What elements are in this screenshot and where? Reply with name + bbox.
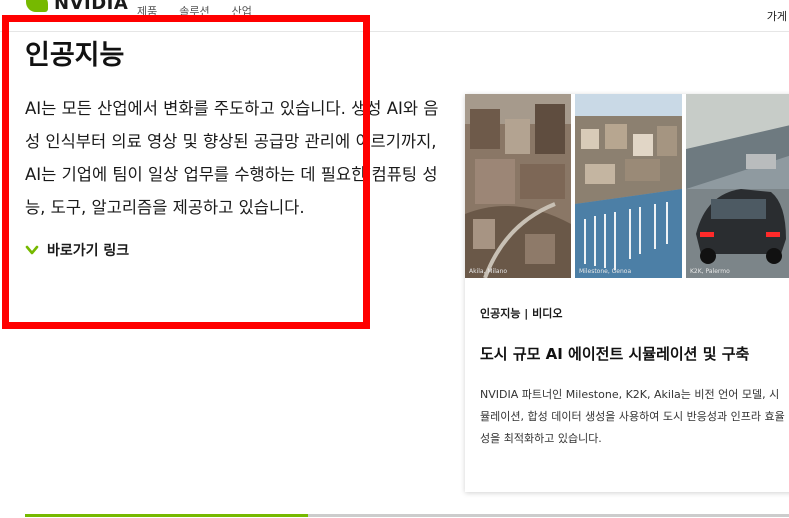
thumbnail-genoa[interactable]: Milestone, Genoa: [575, 94, 682, 278]
harbor-aerial-image: [575, 94, 682, 278]
chevron-down-icon: [25, 245, 39, 255]
card-category-tag: 인공지능 | 비디오: [480, 307, 563, 320]
nvidia-logo[interactable]: NVIDIA: [26, 0, 128, 15]
card-description: NVIDIA 파트너인 Milestone, K2K, Akila는 비전 언어…: [480, 388, 785, 445]
video-thumbnails: Akila, Milano Milestone, Genoa K2K, Pale…: [465, 94, 789, 278]
page: NVIDIA 제품 솔루션 산업 가게 인공지능 AI는 모든 산업에서 변화를…: [0, 0, 789, 518]
thumbnail-palermo[interactable]: K2K, Palermo: [686, 94, 789, 278]
logo-text: NVIDIA: [54, 0, 129, 14]
carousel-progress-track[interactable]: [25, 514, 789, 517]
carousel-progress-fill: [25, 514, 308, 517]
quick-links-label: 바로가기 링크: [47, 243, 130, 259]
intro-paragraph: AI는 모든 산업에서 변화를 주도하고 있습니다. 생성 AI와 음성 인식부…: [25, 99, 439, 217]
city-aerial-image: [465, 94, 571, 278]
top-nav: NVIDIA 제품 솔루션 산업 가게: [0, 0, 789, 32]
nav-item-shop[interactable]: 가게: [767, 8, 787, 24]
quick-links-toggle[interactable]: 바로가기 링크: [25, 240, 129, 260]
nav-item-products[interactable]: 제품: [137, 3, 157, 19]
nvidia-eye-icon: [26, 0, 48, 12]
nav-menu: 제품 솔루션 산업: [137, 3, 252, 19]
street-car-image: [686, 94, 789, 278]
thumbnail-caption: K2K, Palermo: [690, 268, 730, 275]
page-title: 인공지능: [25, 40, 125, 71]
nav-item-industries[interactable]: 산업: [232, 3, 252, 19]
video-card[interactable]: Akila, Milano Milestone, Genoa K2K, Pale…: [465, 94, 789, 492]
thumbnail-caption: Akila, Milano: [469, 268, 508, 275]
thumbnail-milano[interactable]: Akila, Milano: [465, 94, 571, 278]
thumbnail-caption: Milestone, Genoa: [579, 268, 632, 275]
card-title[interactable]: 도시 규모 AI 에이전트 시뮬레이션 및 구축: [480, 343, 749, 364]
nav-item-solutions[interactable]: 솔루션: [179, 3, 209, 19]
